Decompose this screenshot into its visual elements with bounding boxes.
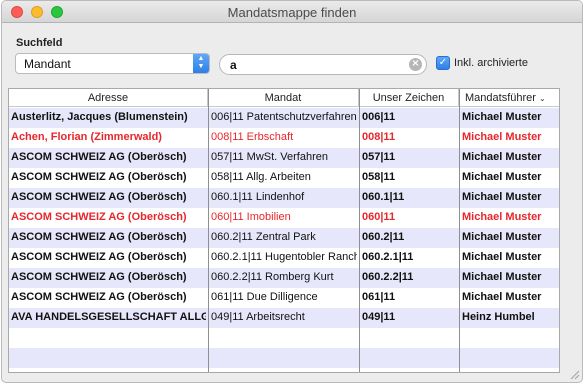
cell-mandat: 057|11 MwSt. Verfahren — [211, 151, 328, 163]
cell-zeichen: 008|11 — [362, 131, 396, 143]
cell-mandat: 060.1|11 Lindenhof — [211, 191, 305, 203]
empty-table-row — [9, 328, 559, 348]
cell-mandat: 049|11 Arbeitsrecht — [211, 311, 305, 323]
clear-search-icon[interactable]: × — [409, 58, 422, 71]
cell-fuehrer: Michael Muster — [462, 291, 542, 303]
table-row[interactable]: Achen, Florian (Zimmerwald) 008|11 Erbsch… — [9, 128, 559, 148]
table-row[interactable]: Austerlitz, Jacques (Blumenstein) 006|11 … — [9, 108, 559, 128]
include-archived-checkbox[interactable]: ✓ — [436, 56, 450, 70]
table-row[interactable]: ASCOM SCHWEIZ AG (Oberösch) 060.2|11 Zent… — [9, 228, 559, 248]
cell-fuehrer: Michael Muster — [462, 111, 542, 123]
cell-zeichen: 060.2|11 — [362, 231, 405, 243]
search-field-select[interactable]: Mandant ▲ ▼ — [15, 53, 210, 74]
column-divider — [359, 89, 360, 372]
cell-mandat: 060.2.2|11 Romberg Kurt — [211, 271, 334, 283]
cell-adresse: ASCOM SCHWEIZ AG (Oberösch) — [11, 151, 187, 163]
table-row[interactable]: AVA HANDELSGESELLSCHAFT ALLGEMEIN 049|11 … — [9, 308, 559, 328]
cell-mandat: 006|11 Patentschutzverfahren — [211, 111, 357, 123]
cell-mandat: 060.2|11 Zentral Park — [211, 231, 316, 243]
table-row[interactable]: ASCOM SCHWEIZ AG (Oberösch) 061|11 Due Di… — [9, 288, 559, 308]
results-table[interactable]: Adresse Mandat Unser Zeichen Mandatsführ… — [8, 88, 560, 373]
cell-adresse: ASCOM SCHWEIZ AG (Oberösch) — [11, 251, 187, 263]
cell-zeichen: 049|11 — [362, 311, 396, 323]
cell-adresse: ASCOM SCHWEIZ AG (Oberösch) — [11, 191, 187, 203]
cell-adresse: ASCOM SCHWEIZ AG (Oberösch) — [11, 271, 187, 283]
cell-zeichen: 058|11 — [362, 171, 396, 183]
table-header: Adresse Mandat Unser Zeichen Mandatsführ… — [9, 89, 559, 107]
window-title: Mandatsmappe finden — [227, 5, 357, 20]
include-archived-label[interactable]: Inkl. archivierte — [454, 57, 528, 69]
search-input[interactable]: a × — [219, 54, 427, 75]
table-row[interactable]: ASCOM SCHWEIZ AG (Oberösch) 060.2.2|11 Ro… — [9, 268, 559, 288]
cell-zeichen: 057|11 — [362, 151, 396, 163]
title-bar: Mandatsmappe finden — [2, 1, 582, 23]
cell-fuehrer: Michael Muster — [462, 211, 542, 223]
column-header-mandat[interactable]: Mandat — [208, 89, 359, 107]
search-input-value: a — [230, 58, 237, 72]
column-divider — [459, 89, 460, 372]
cell-adresse: Achen, Florian (Zimmerwald) — [11, 131, 162, 143]
table-row[interactable]: ASCOM SCHWEIZ AG (Oberösch) 057|11 MwSt. … — [9, 148, 559, 168]
cell-fuehrer: Michael Muster — [462, 251, 542, 263]
column-divider — [208, 89, 209, 372]
cell-fuehrer: Michael Muster — [462, 191, 542, 203]
cell-adresse: ASCOM SCHWEIZ AG (Oberösch) — [11, 231, 187, 243]
cell-mandat: 058|11 Allg. Arbeiten — [211, 171, 311, 183]
select-stepper-icon: ▲ ▼ — [193, 54, 209, 73]
cell-mandat: 060.2.1|11 Hugentobler Ranch — [211, 251, 357, 263]
cell-adresse: ASCOM SCHWEIZ AG (Oberösch) — [11, 171, 187, 183]
column-header-mandatsfuehrer[interactable]: Mandatsführer ⌄ — [459, 89, 559, 107]
cell-zeichen: 006|11 — [362, 111, 396, 123]
resize-grip-icon[interactable] — [568, 368, 580, 380]
cell-fuehrer: Heinz Humbel — [462, 311, 535, 323]
cell-fuehrer: Michael Muster — [462, 151, 542, 163]
find-mandate-window: Mandatsmappe finden Suchfeld Mandant ▲ ▼ … — [1, 0, 583, 383]
empty-table-row — [9, 348, 559, 368]
cell-adresse: AVA HANDELSGESELLSCHAFT ALLGEMEIN — [11, 311, 206, 323]
column-header-mandatsfuehrer-label: Mandatsführer — [465, 92, 536, 104]
cell-zeichen: 060.1|11 — [362, 191, 405, 203]
cell-mandat: 061|11 Due Dilligence — [211, 291, 318, 303]
column-header-adresse[interactable]: Adresse — [9, 89, 208, 107]
table-row[interactable]: ASCOM SCHWEIZ AG (Oberösch) 060.1|11 Lind… — [9, 188, 559, 208]
column-header-unser-zeichen[interactable]: Unser Zeichen — [359, 89, 459, 107]
cell-fuehrer: Michael Muster — [462, 271, 542, 283]
cell-adresse: Austerlitz, Jacques (Blumenstein) — [11, 111, 188, 123]
cell-zeichen: 060|11 — [362, 211, 396, 223]
cell-fuehrer: Michael Muster — [462, 171, 542, 183]
cell-adresse: ASCOM SCHWEIZ AG (Oberösch) — [11, 291, 187, 303]
search-field-label: Suchfeld — [16, 37, 63, 49]
table-body: Austerlitz, Jacques (Blumenstein) 006|11 … — [9, 108, 559, 372]
table-row[interactable]: ASCOM SCHWEIZ AG (Oberösch) 060|11 Imobil… — [9, 208, 559, 228]
sort-descending-icon: ⌄ — [538, 94, 546, 103]
cell-mandat: 008|11 Erbschaft — [211, 131, 294, 143]
cell-zeichen: 060.2.2|11 — [362, 271, 414, 283]
cell-zeichen: 061|11 — [362, 291, 396, 303]
cell-mandat: 060|11 Imobilien — [211, 211, 291, 223]
search-field-select-value: Mandant — [24, 57, 71, 71]
cell-fuehrer: Michael Muster — [462, 231, 542, 243]
table-row[interactable]: ASCOM SCHWEIZ AG (Oberösch) 058|11 Allg. … — [9, 168, 559, 188]
cell-fuehrer: Michael Muster — [462, 131, 542, 143]
cell-adresse: ASCOM SCHWEIZ AG (Oberösch) — [11, 211, 187, 223]
table-row[interactable]: ASCOM SCHWEIZ AG (Oberösch) 060.2.1|11 Hu… — [9, 248, 559, 268]
cell-zeichen: 060.2.1|11 — [362, 251, 414, 263]
